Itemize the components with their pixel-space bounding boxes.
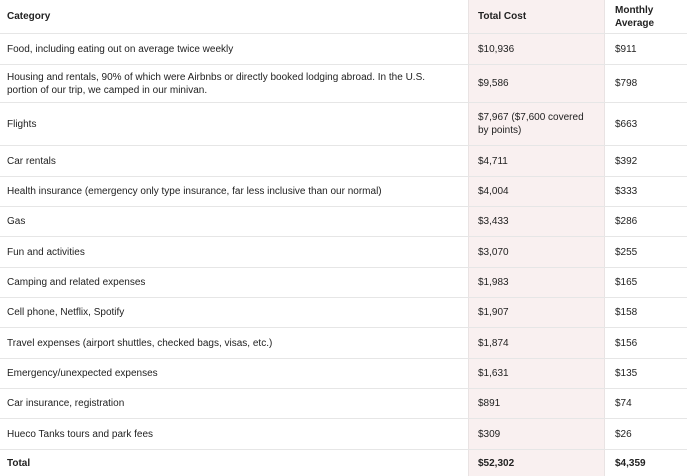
category-cell: Gas — [7, 216, 26, 227]
table-row: Emergency/unexpected expenses $1,631 $13… — [0, 359, 687, 389]
table-row: Car insurance, registration $891 $74 — [0, 389, 687, 419]
monthly-average-sum: $4,359 — [615, 457, 646, 469]
header-category: Category — [7, 11, 51, 22]
category-cell: Cell phone, Netflix, Spotify — [7, 307, 125, 318]
total-cost-cell: $1,907 — [478, 307, 509, 318]
monthly-average-cell: $156 — [615, 337, 638, 349]
total-cost-cell: $4,711 — [478, 155, 508, 167]
table-header-row: Category Total Cost Monthly Average — [0, 0, 687, 34]
category-cell: Car rentals — [7, 155, 56, 167]
table-row: Travel expenses (airport shuttles, check… — [0, 328, 687, 359]
table-row: Health insurance (emergency only type in… — [0, 177, 687, 207]
table-row: Camping and related expenses $1,983 $165 — [0, 268, 687, 298]
category-cell: Flights — [7, 118, 37, 130]
total-cost-cell: $7,967 ($7,600 covered by points) — [478, 112, 584, 136]
category-cell: Hueco Tanks tours and park fees — [7, 428, 154, 440]
table-row: Gas $3,433 $286 — [0, 207, 687, 237]
monthly-average-cell: $286 — [615, 216, 638, 227]
table-row: Flights $7,967 ($7,600 covered by points… — [0, 103, 687, 146]
table-row: Food, including eating out on average tw… — [0, 34, 687, 65]
table-row: Fun and activities $3,070 $255 — [0, 237, 687, 268]
monthly-average-cell: $392 — [615, 155, 638, 167]
category-cell: Travel expenses (airport shuttles, check… — [7, 337, 273, 349]
header-total-cost: Total Cost — [478, 11, 527, 22]
monthly-average-cell: $333 — [615, 186, 638, 197]
monthly-average-cell: $798 — [615, 78, 638, 89]
monthly-average-cell: $158 — [615, 307, 638, 318]
monthly-average-cell: $135 — [615, 368, 638, 379]
total-cost-cell: $3,433 — [478, 216, 509, 227]
total-cost-cell: $1,631 — [478, 368, 509, 379]
total-cost-cell: $3,070 — [478, 246, 509, 258]
total-label: Total — [7, 457, 31, 469]
total-cost-cell: $10,936 — [478, 43, 515, 55]
total-cost-cell: $4,004 — [478, 186, 509, 197]
monthly-average-cell: $26 — [615, 428, 632, 440]
total-cost-cell: $9,586 — [478, 78, 509, 89]
header-monthly-average: Monthly Average — [615, 4, 655, 29]
category-cell: Car insurance, registration — [7, 398, 125, 409]
category-cell: Food, including eating out on average tw… — [7, 43, 234, 55]
monthly-average-cell: $165 — [615, 277, 638, 288]
total-cost-cell: $1,874 — [478, 337, 509, 349]
category-cell: Housing and rentals, 90% of which were A… — [7, 71, 426, 96]
total-cost-sum: $52,302 — [478, 457, 515, 469]
table-row: Cell phone, Netflix, Spotify $1,907 $158 — [0, 298, 687, 328]
monthly-average-cell: $663 — [615, 118, 638, 130]
category-cell: Health insurance (emergency only type in… — [7, 186, 382, 197]
table-row: Car rentals $4,711 $392 — [0, 146, 687, 177]
total-cost-cell: $1,983 — [478, 277, 509, 288]
monthly-average-cell: $74 — [615, 398, 632, 409]
category-cell: Fun and activities — [7, 246, 85, 258]
expense-table: Category Total Cost Monthly Average Food… — [0, 0, 687, 476]
monthly-average-cell: $911 — [615, 43, 637, 55]
table-total-row: Total $52,302 $4,359 — [0, 450, 687, 476]
table-row: Hueco Tanks tours and park fees $309 $26 — [0, 419, 687, 450]
total-cost-cell: $891 — [478, 398, 501, 409]
total-cost-cell: $309 — [478, 428, 501, 440]
monthly-average-cell: $255 — [615, 246, 638, 258]
category-cell: Emergency/unexpected expenses — [7, 368, 158, 379]
table-row: Housing and rentals, 90% of which were A… — [0, 65, 687, 103]
category-cell: Camping and related expenses — [7, 277, 146, 288]
